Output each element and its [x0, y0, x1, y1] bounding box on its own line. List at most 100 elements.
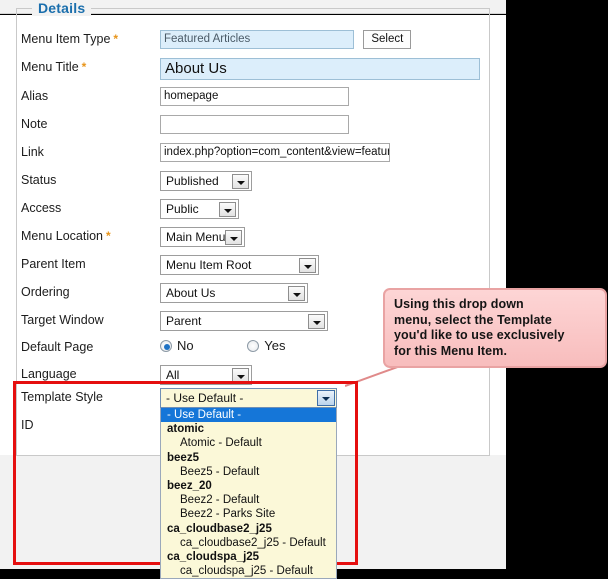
menu-location-select[interactable]: Main Menu — [160, 227, 245, 247]
label-menu-location-text: Menu Location — [21, 229, 104, 243]
callout-line-3: you'd like to use exclusively — [394, 328, 565, 343]
radio-no[interactable]: No — [160, 338, 194, 353]
status-controls: Published — [160, 171, 252, 191]
callout-line-1: Using this drop down — [394, 297, 524, 311]
menu-title-controls: About Us — [160, 58, 480, 83]
row-alias: Alias homepage — [0, 87, 608, 109]
label-default-page: Default Page — [21, 340, 94, 354]
option-item-6[interactable]: Beez2 - Default — [161, 493, 336, 507]
row-template-style: Template Style - Use Default - - Use Def… — [0, 388, 608, 579]
alias-input[interactable]: homepage — [160, 87, 349, 106]
option-item-4[interactable]: Beez5 - Default — [161, 465, 336, 479]
chevron-down-icon — [232, 174, 249, 189]
chevron-down-icon — [308, 314, 325, 329]
select-button[interactable]: Select — [363, 30, 412, 49]
radio-no-indicator — [160, 340, 172, 352]
option-group-5[interactable]: beez_20 — [161, 479, 336, 493]
access-select-value: Public — [166, 202, 199, 216]
row-link: Link index.php?option=com_content&view=f… — [0, 143, 608, 165]
callout-line-4: for this Menu Item. — [394, 343, 508, 358]
label-target-window: Target Window — [21, 313, 104, 327]
option-group-3[interactable]: beez5 — [161, 451, 336, 465]
label-parent-item: Parent Item — [21, 257, 86, 271]
menu-item-type-field[interactable]: Featured Articles — [160, 30, 354, 49]
link-controls: index.php?option=com_content&view=featur… — [160, 143, 390, 165]
row-parent-item: Parent Item Menu Item Root — [0, 255, 608, 277]
note-controls — [160, 115, 349, 137]
required-asterisk: * — [106, 229, 111, 243]
label-template-style: Template Style — [21, 390, 103, 404]
ordering-select-value: About Us — [166, 286, 216, 300]
target-window-controls: Parent — [160, 311, 328, 331]
row-access: Access Public — [0, 199, 608, 221]
row-language: Language All — [0, 365, 608, 387]
menu-item-type-controls: Featured Articles Select — [160, 30, 412, 52]
note-input[interactable] — [160, 115, 349, 134]
menu-title-input[interactable]: About Us — [160, 58, 480, 80]
ordering-select[interactable]: About Us — [160, 283, 308, 303]
label-access: Access — [21, 201, 62, 215]
label-ordering: Ordering — [21, 285, 70, 299]
label-menu-location: Menu Location * — [21, 229, 111, 243]
chevron-down-icon — [219, 202, 236, 217]
chevron-down-icon — [232, 368, 249, 383]
radio-no-label: No — [177, 338, 194, 353]
menu-location-select-value: Main Menu — [166, 230, 226, 244]
row-menu-item-type: Menu Item Type * Featured Articles Select — [0, 30, 608, 52]
option-item-0[interactable]: - Use Default - — [161, 408, 336, 423]
target-window-select[interactable]: Parent — [160, 311, 328, 331]
label-note: Note — [21, 117, 48, 131]
callout-line-2: menu, select the Template — [394, 312, 552, 327]
template-style-select[interactable]: - Use Default - — [160, 388, 337, 408]
panel-legend: Details — [32, 0, 92, 16]
access-select[interactable]: Public — [160, 199, 239, 219]
label-status: Status — [21, 173, 57, 187]
parent-item-controls: Menu Item Root — [160, 255, 319, 275]
row-status: Status Published — [0, 171, 608, 193]
radio-yes-indicator — [247, 340, 260, 352]
menu-location-controls: Main Menu — [160, 227, 245, 247]
label-menu-item-type-text: Menu Item Type — [21, 32, 111, 46]
callout-text: Using this drop down menu, select the Te… — [385, 290, 605, 359]
option-item-2[interactable]: Atomic - Default — [161, 436, 336, 450]
option-item-11[interactable]: ca_cloudspa_j25 - Default — [161, 564, 336, 578]
chevron-down-icon — [288, 286, 305, 301]
row-menu-location: Menu Location * Main Menu — [0, 227, 608, 249]
label-menu-title: Menu Title * — [21, 60, 86, 74]
label-link: Link — [21, 145, 44, 159]
row-menu-title: Menu Title * About Us — [0, 58, 608, 80]
template-style-select-value: - Use Default - — [166, 391, 244, 405]
option-group-1[interactable]: atomic — [161, 422, 336, 436]
access-controls: Public — [160, 199, 239, 219]
row-note: Note — [0, 115, 608, 137]
page-root: Details Menu Item Type * Featured Article… — [0, 0, 608, 579]
option-item-7[interactable]: Beez2 - Parks Site — [161, 507, 336, 521]
language-select[interactable]: All — [160, 365, 252, 385]
ordering-controls: About Us — [160, 283, 308, 303]
required-asterisk: * — [81, 60, 87, 74]
chevron-down-icon — [299, 258, 316, 273]
option-item-9[interactable]: ca_cloudbase2_j25 - Default — [161, 536, 336, 550]
default-page-radio-group: No Yes — [160, 338, 285, 353]
template-style-option-list[interactable]: - Use Default - atomic Atomic - Default bee… — [160, 408, 337, 579]
parent-item-select[interactable]: Menu Item Root — [160, 255, 319, 275]
label-id: ID — [21, 418, 34, 432]
status-select[interactable]: Published — [160, 171, 252, 191]
required-asterisk: * — [113, 32, 119, 46]
label-alias: Alias — [21, 89, 49, 103]
language-select-value: All — [166, 368, 180, 382]
language-controls: All — [160, 365, 252, 385]
chevron-down-icon — [317, 390, 335, 406]
label-menu-item-type: Menu Item Type * — [21, 32, 118, 46]
label-menu-title-text: Menu Title — [21, 60, 79, 74]
radio-yes[interactable]: Yes — [247, 338, 285, 353]
label-language: Language — [21, 367, 77, 381]
option-group-10[interactable]: ca_cloudspa_j25 — [161, 550, 336, 564]
link-input[interactable]: index.php?option=com_content&view=featur… — [160, 143, 390, 162]
chevron-down-icon — [225, 230, 242, 245]
instruction-callout: Using this drop down menu, select the Te… — [383, 288, 607, 368]
parent-item-select-value: Menu Item Root — [166, 258, 252, 272]
alias-controls: homepage — [160, 87, 349, 109]
target-window-select-value: Parent — [166, 314, 202, 328]
option-group-8[interactable]: ca_cloudbase2_j25 — [161, 522, 336, 536]
